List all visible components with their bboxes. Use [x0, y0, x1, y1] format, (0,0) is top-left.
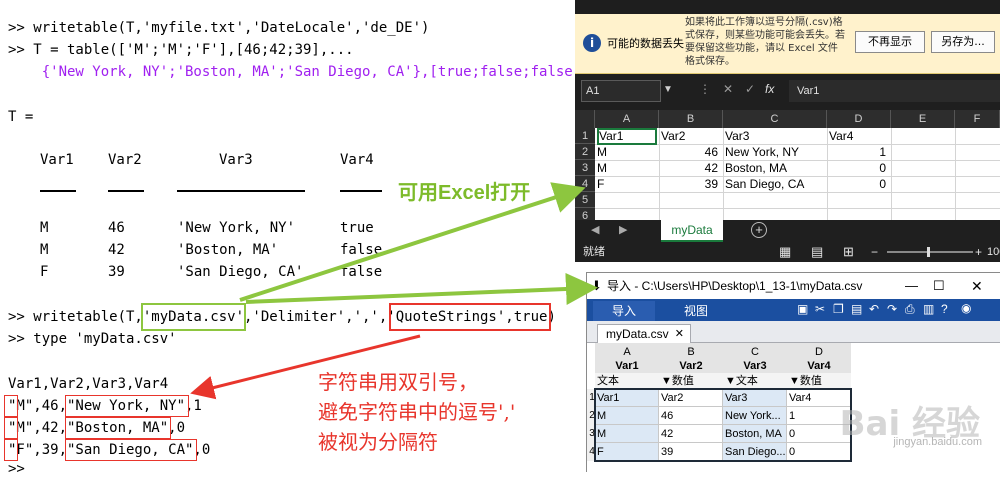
arrow-to-import	[245, 272, 598, 305]
arrow-to-excel	[239, 182, 586, 302]
arrow-to-csv-output	[190, 334, 421, 400]
baidu-watermark-url: jingyan.baidu.com	[893, 436, 982, 448]
